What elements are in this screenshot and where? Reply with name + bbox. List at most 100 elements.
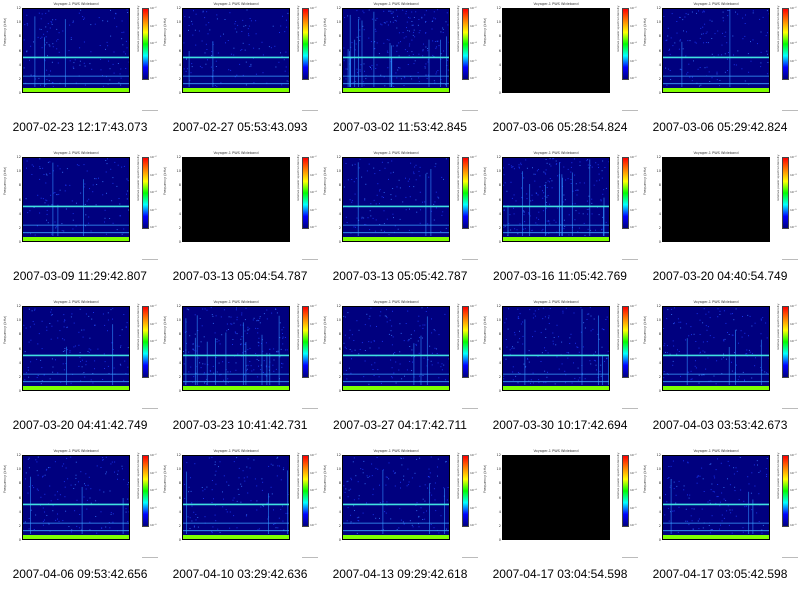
noise-speck bbox=[436, 348, 437, 350]
noise-speck bbox=[388, 234, 390, 236]
noise-speck bbox=[710, 489, 712, 491]
thumbnail-caption[interactable]: 2007-04-06 09:53:42.656 bbox=[0, 567, 160, 581]
noise-speck bbox=[223, 379, 224, 381]
noise-speck bbox=[669, 70, 671, 71]
noise-speck bbox=[600, 364, 602, 366]
noise-speck bbox=[375, 517, 377, 519]
spectrogram-thumbnail[interactable]: Voyager-1 PWS Wideband Frequency (kHz) 12 1… bbox=[160, 0, 320, 149]
y-tick-label: 0 bbox=[658, 91, 661, 95]
spectrogram-plot bbox=[182, 8, 290, 93]
noise-speck bbox=[126, 193, 127, 195]
thumbnail-caption[interactable]: 2007-03-30 10:17:42.694 bbox=[480, 418, 640, 432]
noise-speck bbox=[697, 475, 699, 477]
noise-speck bbox=[413, 31, 415, 33]
y-tick-label: 0 bbox=[658, 389, 661, 393]
noise-speck bbox=[103, 491, 105, 493]
noise-speck bbox=[349, 199, 351, 201]
spectrogram-thumbnail[interactable]: Voyager-1 PWS Wideband Frequency (kHz) 12 1… bbox=[640, 0, 800, 149]
y-tick-label: 4 bbox=[498, 360, 501, 365]
thumbnail-caption[interactable]: 2007-03-09 11:29:42.807 bbox=[0, 269, 160, 283]
low-frequency-band bbox=[23, 386, 129, 390]
noise-speck bbox=[743, 500, 745, 502]
noise-speck bbox=[354, 193, 356, 195]
noise-speck bbox=[375, 68, 377, 69]
thumbnail-caption[interactable]: 2007-03-13 05:04:54.787 bbox=[160, 269, 320, 283]
spectrogram-thumbnail[interactable]: Voyager-1 PWS Wideband Frequency (kHz) 12 1… bbox=[640, 149, 800, 298]
noise-speck bbox=[422, 375, 424, 376]
thumbnail-caption[interactable]: 2007-04-13 09:29:42.618 bbox=[320, 567, 480, 581]
noise-speck bbox=[733, 473, 735, 475]
noise-speck bbox=[546, 220, 548, 222]
thumbnail-caption[interactable]: 2007-02-23 12:17:43.073 bbox=[0, 120, 160, 134]
noise-speck bbox=[76, 499, 78, 501]
spectrogram-thumbnail[interactable]: Voyager-1 PWS Wideband Frequency (kHz) 12 1… bbox=[0, 149, 160, 298]
noise-speck bbox=[84, 84, 86, 86]
thumbnail-caption[interactable]: 2007-04-17 03:04:54.598 bbox=[480, 567, 640, 581]
noise-speck bbox=[110, 463, 112, 465]
spectrogram-thumbnail[interactable]: Voyager-1 PWS Wideband Frequency (kHz) 12 1… bbox=[0, 447, 160, 596]
thumbnail-caption[interactable]: 2007-03-13 05:05:42.787 bbox=[320, 269, 480, 283]
spectrogram-thumbnail[interactable]: Voyager-1 PWS Wideband Frequency (kHz) 12 1… bbox=[160, 149, 320, 298]
thumbnail-caption[interactable]: 2007-02-27 05:53:43.093 bbox=[160, 120, 320, 134]
spectrogram-thumbnail[interactable]: Voyager-1 PWS Wideband Frequency (kHz) 12 1… bbox=[320, 0, 480, 149]
thumbnail-caption[interactable]: 2007-03-23 10:41:42.731 bbox=[160, 418, 320, 432]
thumbnail-caption[interactable]: 2007-03-20 04:41:42.749 bbox=[0, 418, 160, 432]
blank-spectrogram bbox=[183, 158, 289, 241]
noise-speck bbox=[91, 318, 93, 320]
thumbnail-caption[interactable]: 2007-03-16 11:05:42.769 bbox=[480, 269, 640, 283]
noise-speck bbox=[234, 23, 236, 25]
thumbnail-caption[interactable]: 2007-03-06 05:28:54.824 bbox=[480, 120, 640, 134]
plot-title: Voyager-1 PWS Wideband bbox=[693, 151, 739, 155]
noise-speck bbox=[107, 20, 109, 22]
noise-speck bbox=[36, 461, 38, 463]
noise-speck bbox=[392, 188, 394, 189]
noise-speck bbox=[28, 467, 30, 469]
thumbnail-caption[interactable]: 2007-04-03 03:53:42.673 bbox=[640, 418, 800, 432]
noise-speck bbox=[25, 472, 27, 474]
credit-mark bbox=[462, 557, 478, 558]
spectrogram-thumbnail[interactable]: Voyager-1 PWS Wideband Frequency (kHz) 12 1… bbox=[480, 298, 640, 447]
x-axis-ticks bbox=[342, 94, 450, 100]
noise-speck bbox=[434, 166, 436, 168]
noise-speck bbox=[411, 370, 413, 371]
spectrogram-thumbnail[interactable]: Voyager-1 PWS Wideband Frequency (kHz) 12 1… bbox=[480, 149, 640, 298]
noise-speck bbox=[343, 186, 345, 188]
noise-speck bbox=[543, 307, 545, 309]
colorbar-tick-label: 10⁻² bbox=[310, 304, 317, 308]
noise-speck bbox=[606, 357, 608, 359]
spectrogram-thumbnail[interactable]: Voyager-1 PWS Wideband Frequency (kHz) 12 1… bbox=[0, 298, 160, 447]
noise-speck bbox=[24, 24, 26, 26]
spectrogram-thumbnail[interactable]: Voyager-1 PWS Wideband Frequency (kHz) 12 1… bbox=[640, 298, 800, 447]
thumbnail-caption[interactable]: 2007-03-02 11:53:42.845 bbox=[320, 120, 480, 134]
thumbnail-caption[interactable]: 2007-03-06 05:29:42.824 bbox=[640, 120, 800, 134]
colorbar-tick-label: 10⁻⁶ bbox=[630, 374, 637, 378]
spectrogram-thumbnail[interactable]: Voyager-1 PWS Wideband Frequency (kHz) 12 1… bbox=[320, 447, 480, 596]
credit-mark bbox=[622, 408, 638, 409]
thumbnail-caption[interactable]: 2007-03-20 04:40:54.749 bbox=[640, 269, 800, 283]
spectrogram-thumbnail[interactable]: Voyager-1 PWS Wideband Frequency (kHz) 12 1… bbox=[320, 298, 480, 447]
spectrogram-thumbnail[interactable]: Voyager-1 PWS Wideband Frequency (kHz) 12 1… bbox=[160, 447, 320, 596]
noise-speck bbox=[679, 40, 681, 42]
noise-speck bbox=[725, 31, 727, 33]
noise-speck bbox=[47, 204, 49, 206]
spectrogram-thumbnail[interactable]: Voyager-1 PWS Wideband Frequency (kHz) 12 1… bbox=[160, 298, 320, 447]
noise-speck bbox=[391, 367, 393, 369]
spectrogram-thumbnail[interactable]: Voyager-1 PWS Wideband Frequency (kHz) 12 1… bbox=[480, 447, 640, 596]
noise-speck bbox=[433, 80, 435, 82]
noise-speck bbox=[198, 345, 200, 347]
thumbnail-caption[interactable]: 2007-03-27 04:17:42.711 bbox=[320, 418, 480, 432]
noise-speck bbox=[228, 69, 230, 71]
thumbnail-caption[interactable]: 2007-04-10 03:29:42.636 bbox=[160, 567, 320, 581]
noise-speck bbox=[112, 513, 114, 515]
noise-speck bbox=[563, 219, 565, 221]
noise-speck bbox=[62, 351, 64, 352]
spectrogram-thumbnail[interactable]: Voyager-1 PWS Wideband Frequency (kHz) 12 1… bbox=[320, 149, 480, 298]
noise-speck bbox=[425, 46, 427, 48]
spectrogram-thumbnail[interactable]: Voyager-1 PWS Wideband Frequency (kHz) 12 1… bbox=[0, 0, 160, 149]
noise-speck bbox=[683, 485, 685, 487]
thumbnail-caption[interactable]: 2007-04-17 03:05:42.598 bbox=[640, 567, 800, 581]
spectrogram-thumbnail[interactable]: Voyager-1 PWS Wideband Frequency (kHz) 12 1… bbox=[640, 447, 800, 596]
noise-speck bbox=[543, 171, 545, 173]
noise-speck bbox=[538, 382, 540, 384]
spectrogram-thumbnail[interactable]: Voyager-1 PWS Wideband Frequency (kHz) 12 1… bbox=[480, 0, 640, 149]
